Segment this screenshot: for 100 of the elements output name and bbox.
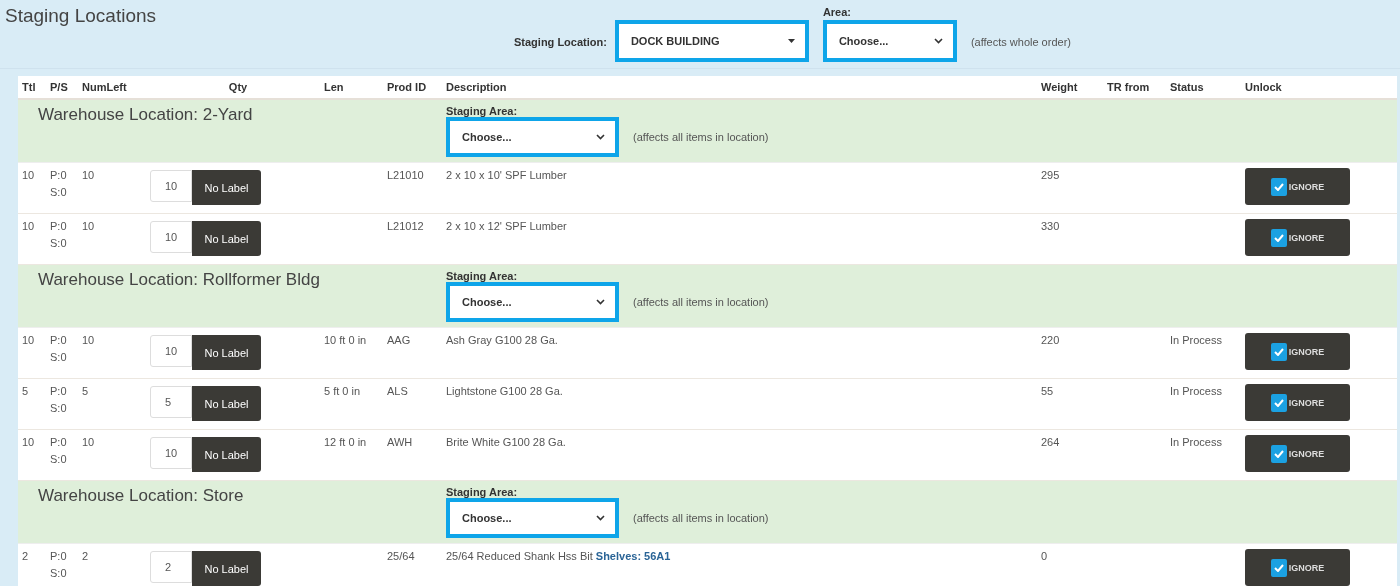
column-header: Unlock xyxy=(1245,81,1282,93)
table-cell-text: ALS xyxy=(387,385,409,399)
area-select[interactable]: Choose... xyxy=(822,20,957,62)
column-header: TR from xyxy=(1107,81,1150,93)
table-cell-text: 0 xyxy=(1041,550,1049,564)
chevron-down-icon xyxy=(596,515,605,521)
table-cell-text: 5 ft 0 in xyxy=(324,385,362,399)
no-label-button[interactable]: No Label xyxy=(192,551,261,586)
ignore-button[interactable]: IGNORE xyxy=(1245,219,1350,256)
table-cell-text: 10 xyxy=(82,220,96,234)
table-cell-text: 10 xyxy=(22,169,36,183)
table-cell-text: 25/64 xyxy=(387,550,416,564)
checkbox[interactable] xyxy=(1270,558,1287,577)
field-label: Staging Location: xyxy=(514,36,607,48)
field-label: Staging Area: xyxy=(446,486,519,498)
table-cell-text: L21010 xyxy=(387,169,425,183)
table-cell-text: P:0 xyxy=(50,385,68,397)
table-cell-text: In Process xyxy=(1170,385,1223,399)
ignore-button[interactable]: IGNORE xyxy=(1245,168,1350,205)
no-label-button[interactable]: No Label xyxy=(192,335,261,370)
table-cell-text: AAG xyxy=(387,334,412,348)
no-label-button[interactable]: No Label xyxy=(192,221,261,256)
table-cell-text: 2 x 10 x 12' SPF Lumber xyxy=(446,220,568,234)
checkmark-icon xyxy=(1273,233,1284,242)
table-cell-text: In Process xyxy=(1170,334,1223,348)
table-cell-text: 10 xyxy=(22,220,36,234)
table-cell-text: L21012 xyxy=(387,220,425,234)
checkbox[interactable] xyxy=(1270,342,1287,361)
checkbox[interactable] xyxy=(1270,228,1287,247)
chevron-down-icon xyxy=(933,38,943,44)
field-label: Area: xyxy=(822,6,852,18)
ignore-button[interactable]: IGNORE xyxy=(1245,435,1350,472)
column-header: Weight xyxy=(1041,81,1078,93)
table-cell-text: P:0 xyxy=(50,220,68,232)
checkbox[interactable] xyxy=(1270,393,1287,412)
location-heading: Warehouse Location: 2-Yard xyxy=(37,105,254,126)
table-cell-text: P:0 xyxy=(50,334,68,346)
qty-input[interactable]: 10 xyxy=(150,221,192,253)
table-cell-text: Lightstone G100 28 Ga. xyxy=(446,385,564,399)
no-label-button[interactable]: No Label xyxy=(192,437,261,472)
column-header: Len xyxy=(324,81,344,93)
table-cell-text: 5 xyxy=(82,385,90,399)
ignore-button[interactable]: IGNORE xyxy=(1245,549,1350,586)
table-cell-text: 295 xyxy=(1041,169,1061,183)
checkmark-icon xyxy=(1273,449,1284,458)
table-cell-text: 55 xyxy=(1041,385,1055,399)
chevron-down-icon xyxy=(596,134,605,140)
no-label-button[interactable]: No Label xyxy=(192,170,261,205)
staging-area-select[interactable]: Choose... xyxy=(446,498,619,538)
staging-area-select[interactable]: Choose... xyxy=(446,117,619,157)
table-cell-text: 2 xyxy=(82,550,90,564)
table-cell-text: S:0 xyxy=(50,453,68,465)
table-cell-text: 10 ft 0 in xyxy=(324,334,368,348)
staging-area-select[interactable]: Choose... xyxy=(446,282,619,322)
staging-location-select[interactable]: DOCK BUILDING xyxy=(614,20,809,62)
table-cell-text: 5 xyxy=(22,385,30,399)
qty-input[interactable]: 10 xyxy=(150,437,192,469)
table-cell-text: S:0 xyxy=(50,186,68,198)
page-title: Staging Locations xyxy=(5,5,157,28)
table-cell-text: 10 xyxy=(22,436,36,450)
ignore-button[interactable]: IGNORE xyxy=(1245,384,1350,421)
table-cell-text: 330 xyxy=(1041,220,1061,234)
location-heading: Warehouse Location: Store xyxy=(37,486,245,507)
column-header: Status xyxy=(1170,81,1204,93)
table-cell-text: 10 xyxy=(82,334,96,348)
checkmark-icon xyxy=(1273,182,1284,191)
field-label: Staging Area: xyxy=(446,105,519,117)
table-cell-text: P:0 xyxy=(50,169,68,181)
checkbox[interactable] xyxy=(1270,444,1287,463)
table-cell-text: S:0 xyxy=(50,402,68,414)
chevron-down-icon xyxy=(596,299,605,305)
field-label: Staging Area: xyxy=(446,270,519,282)
checkmark-icon xyxy=(1273,398,1284,407)
table-cell-text: S:0 xyxy=(50,567,68,579)
qty-input[interactable]: 5 xyxy=(150,386,192,418)
table-cell-text: P:0 xyxy=(50,436,68,448)
column-header: Prod ID xyxy=(387,81,427,93)
column-header: P/S xyxy=(50,81,68,93)
qty-input[interactable]: 10 xyxy=(150,170,192,202)
hint-text: (affects all items in location) xyxy=(633,296,769,308)
table-cell-text: In Process xyxy=(1170,436,1223,450)
column-header: Qty xyxy=(228,81,248,93)
table-cell-text: 10 xyxy=(22,334,36,348)
checkbox[interactable] xyxy=(1270,177,1287,196)
checkmark-icon xyxy=(1273,563,1284,572)
no-label-button[interactable]: No Label xyxy=(192,386,261,421)
qty-input[interactable]: 2 xyxy=(150,551,192,583)
table-cell-text: AWH xyxy=(387,436,414,450)
ignore-button[interactable]: IGNORE xyxy=(1245,333,1350,370)
table-cell-text: 10 xyxy=(82,436,96,450)
hint-text: (affects all items in location) xyxy=(633,512,769,524)
location-heading: Warehouse Location: Rollformer Bldg xyxy=(37,270,321,291)
column-header: Description xyxy=(446,81,507,93)
table-cell-text: 12 ft 0 in xyxy=(324,436,368,450)
qty-input[interactable]: 10 xyxy=(150,335,192,367)
hint-text: (affects whole order) xyxy=(970,36,1071,48)
caret-down-icon xyxy=(787,39,795,43)
table-cell-text: P:0 xyxy=(50,550,68,562)
table-cell-text: 220 xyxy=(1041,334,1061,348)
table-cell-text: Ash Gray G100 28 Ga. xyxy=(446,334,559,348)
